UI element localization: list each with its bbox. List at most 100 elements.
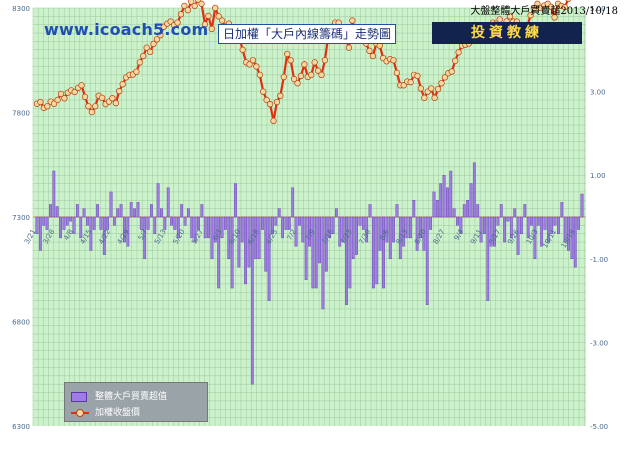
- left-axis-ticks: 8300 7800 7300 6800 6300: [12, 5, 30, 431]
- price-point: [417, 85, 425, 92]
- bar: [573, 216, 577, 268]
- bar: [348, 216, 352, 289]
- bar: [355, 216, 358, 255]
- site-logo[interactable]: www.icoach5.com: [44, 20, 208, 39]
- price-point: [218, 17, 226, 24]
- right-tick-label: 1.00: [590, 172, 606, 180]
- bar: [335, 208, 338, 218]
- right-tick-label: 3.00: [590, 89, 606, 97]
- price-point: [212, 4, 219, 12]
- bar: [409, 216, 412, 239]
- price-point: [345, 44, 353, 51]
- price-point: [61, 95, 68, 102]
- legend-line-swatch: [71, 408, 89, 417]
- price-point: [311, 59, 318, 66]
- bar: [129, 202, 133, 218]
- bar: [560, 202, 564, 218]
- price-point: [119, 81, 126, 88]
- bar: [240, 216, 244, 243]
- bar: [49, 204, 52, 218]
- price-point: [112, 99, 119, 107]
- bar: [237, 216, 241, 268]
- bar: [166, 187, 170, 218]
- bar: [75, 204, 79, 218]
- price-point: [198, 0, 205, 7]
- price-point: [260, 88, 267, 95]
- price-point: [140, 52, 147, 60]
- bar: [139, 216, 143, 230]
- bar: [372, 216, 375, 289]
- price-point: [191, 2, 198, 10]
- bar: [45, 216, 49, 230]
- bar: [109, 191, 113, 218]
- price-point: [431, 94, 438, 102]
- bar: [382, 216, 385, 289]
- bar: [321, 216, 325, 310]
- price-point: [116, 88, 123, 95]
- chart-title: 日加權「大戶內線籌碼」走勢圖: [218, 24, 397, 44]
- price-point: [256, 71, 263, 79]
- bar: [160, 208, 163, 218]
- price-point: [390, 57, 397, 64]
- bar: [261, 216, 264, 230]
- price-point: [270, 117, 277, 125]
- price-point: [136, 59, 143, 66]
- price-point: [438, 80, 445, 87]
- bar: [442, 174, 446, 218]
- bar: [42, 216, 46, 226]
- bar: [82, 208, 86, 218]
- bar: [523, 204, 527, 218]
- bar: [425, 216, 429, 305]
- bar: [62, 216, 66, 230]
- price-point: [88, 108, 95, 116]
- price-point: [146, 48, 154, 56]
- bar: [146, 216, 150, 230]
- price-point: [280, 73, 287, 81]
- bar: [361, 216, 365, 230]
- price-point: [133, 68, 140, 75]
- price-point: [428, 85, 435, 92]
- bar: [116, 208, 120, 218]
- bar: [368, 204, 372, 218]
- bar: [311, 216, 315, 289]
- bar: [543, 216, 547, 230]
- bar: [412, 200, 416, 218]
- bar: [190, 216, 194, 239]
- bar: [153, 216, 157, 234]
- bar: [112, 216, 116, 226]
- bar: [486, 216, 490, 301]
- bar: [86, 216, 89, 226]
- price-point: [205, 12, 212, 20]
- bar: [388, 216, 392, 259]
- bar: [476, 204, 480, 218]
- price-point: [54, 96, 61, 104]
- bar: [65, 216, 69, 226]
- bar: [452, 208, 456, 218]
- price-point: [81, 93, 89, 100]
- price-point: [266, 100, 274, 108]
- bar: [230, 216, 234, 289]
- bar: [520, 216, 523, 234]
- bar: [244, 216, 247, 285]
- bar: [96, 204, 99, 218]
- price-point: [452, 57, 459, 65]
- price-point: [109, 95, 116, 102]
- bar: [456, 216, 459, 226]
- bar: [429, 216, 433, 230]
- legend-item-bars: 整體大戶買賣超值: [71, 389, 167, 402]
- price-point: [253, 63, 260, 70]
- bar: [99, 216, 103, 230]
- bar: [314, 216, 318, 289]
- bar: [59, 216, 62, 239]
- price-point: [208, 25, 215, 33]
- bar: [580, 193, 584, 218]
- bar: [119, 204, 123, 218]
- price-point: [434, 85, 442, 93]
- bar: [483, 216, 486, 234]
- bar: [217, 216, 221, 289]
- price-point: [407, 79, 414, 86]
- price-point: [318, 71, 325, 79]
- legend-item-line: 加權收盤價: [71, 405, 140, 418]
- bar: [462, 204, 466, 218]
- bar: [392, 216, 396, 243]
